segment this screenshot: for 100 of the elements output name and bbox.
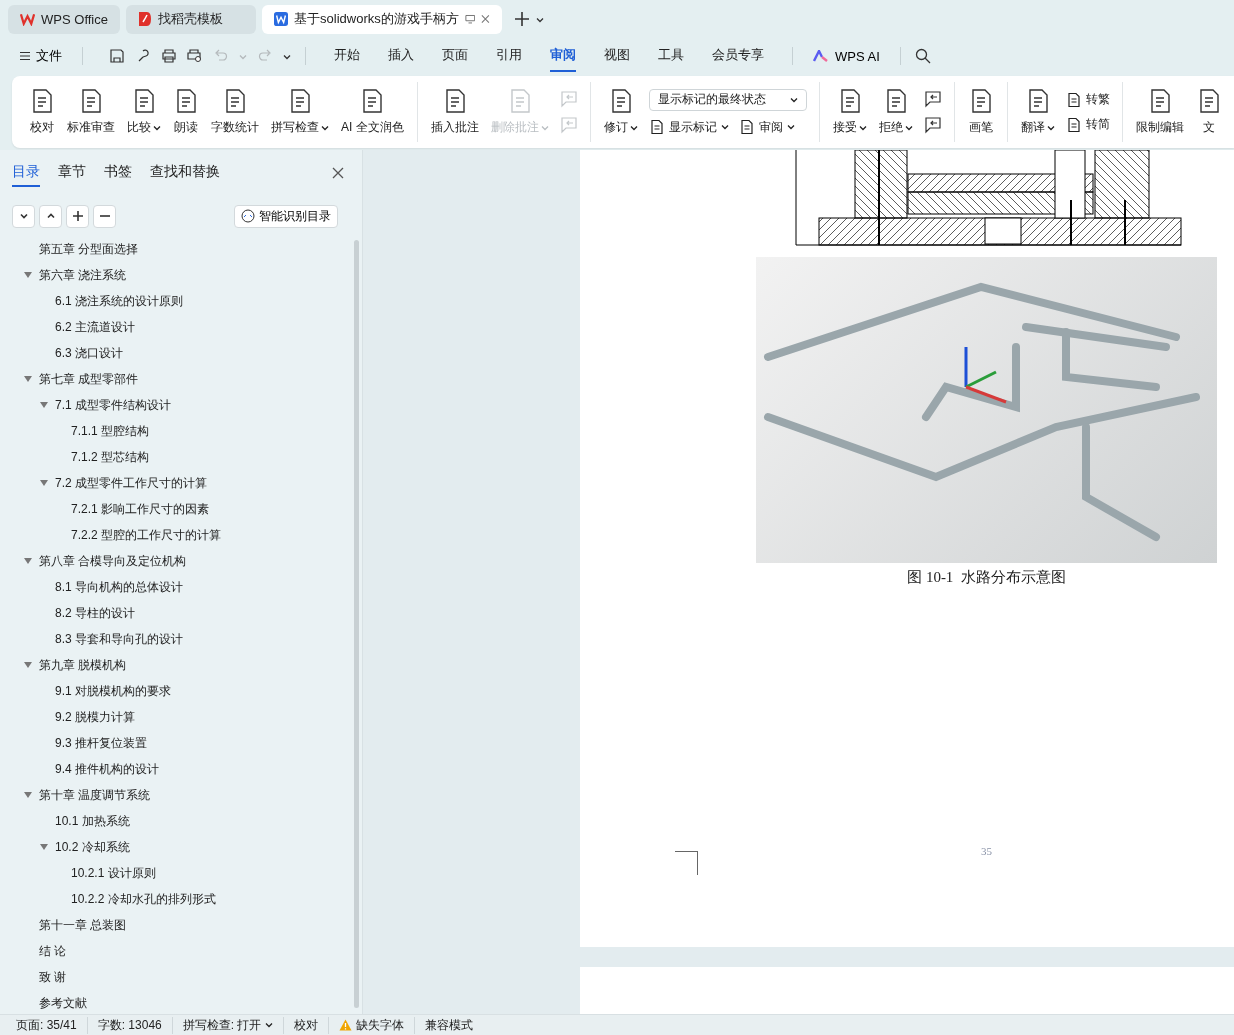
toc-item[interactable]: 6.1 浇注系统的设计原则 [55, 292, 183, 310]
ribbon-button[interactable]: 朗读 [168, 86, 204, 138]
expanded-triangle-icon[interactable] [40, 401, 48, 409]
collapse-button[interactable] [39, 204, 62, 228]
chevron-up-icon [45, 211, 56, 221]
ribbon-button[interactable]: 文 [1190, 86, 1227, 138]
toc-item[interactable]: 7.2.2 型腔的工作尺寸的计算 [71, 526, 222, 544]
toc-item[interactable]: 7.1.2 型芯结构 [71, 448, 150, 466]
ribbon-button[interactable]: 画笔 [962, 86, 999, 138]
wps-ai-button[interactable]: WPS AI [807, 47, 886, 65]
sidebar-tab[interactable]: 目录 [12, 159, 40, 187]
smart-toc-button[interactable]: 智能识别目录 [234, 204, 338, 228]
expanded-triangle-icon[interactable] [24, 557, 32, 565]
ribbon-tab[interactable]: 视图 [604, 40, 630, 72]
ribbon-tab[interactable]: 会员专享 [712, 40, 764, 72]
toc-item[interactable]: 10.2.2 冷却水孔的排列形式 [71, 890, 216, 908]
ribbon-button[interactable]: 限制编辑 [1130, 86, 1189, 138]
toc-item[interactable]: 第六章 浇注系统 [39, 266, 127, 284]
toc-item[interactable]: 9.2 脱模力计算 [55, 708, 135, 726]
document-tab[interactable]: 基于solidworks的游戏手柄方 [262, 4, 502, 34]
status-item[interactable]: 拼写检查: 打开 [172, 1016, 285, 1034]
print-icon[interactable] [161, 48, 177, 64]
status-item[interactable]: 缺失字体 [329, 1016, 416, 1034]
toc-item[interactable]: 8.2 导柱的设计 [55, 604, 135, 622]
expanded-triangle-icon[interactable] [24, 661, 32, 669]
sidebar-tab[interactable]: 章节 [58, 159, 86, 187]
ribbon-button[interactable]: 接受 [827, 86, 872, 138]
toc-item[interactable]: 7.2.1 影响工作尺寸的因素 [71, 500, 210, 518]
toc-item[interactable]: 9.1 对脱模机构的要求 [55, 682, 171, 700]
document-tab[interactable]: 找稻壳模板 [126, 4, 256, 34]
toc-item[interactable]: 第九章 脱模机构 [39, 656, 127, 674]
ribbon-button[interactable]: 审阅 [738, 118, 795, 136]
ai-logo-icon [813, 50, 829, 62]
ribbon-button[interactable]: AI 全文润色 [336, 86, 409, 138]
expanded-triangle-icon[interactable] [24, 375, 32, 383]
ribbon-button[interactable]: 修订 [598, 86, 643, 138]
ribbon-button[interactable]: 字数统计 [206, 86, 264, 138]
add-button[interactable] [66, 204, 89, 228]
close-icon[interactable] [481, 14, 490, 24]
document-icon [648, 119, 665, 135]
toc-item[interactable]: 参考文献 [39, 994, 87, 1012]
ribbon-button[interactable]: 翻译 [1015, 86, 1060, 138]
toc-item[interactable]: 7.1.1 型腔结构 [71, 422, 150, 440]
document-tab[interactable]: WPS Office [8, 4, 120, 34]
ribbon-tab[interactable]: 开始 [334, 40, 360, 72]
toc-item[interactable]: 10.2.1 设计原则 [71, 864, 156, 882]
toc-item[interactable]: 10.2 冷却系统 [55, 838, 130, 856]
toc-item[interactable]: 第八章 合模导向及定位机构 [39, 552, 187, 570]
new-tab-icon[interactable] [514, 11, 530, 27]
markup-view-dropdown[interactable]: 显示标记的最终状态 [648, 88, 807, 111]
expanded-triangle-icon[interactable] [40, 843, 48, 851]
comment-arrow-icon[interactable] [923, 90, 942, 108]
document-icon [1065, 116, 1082, 133]
scrollbar-thumb[interactable] [354, 240, 359, 1008]
expanded-triangle-icon[interactable] [40, 479, 48, 487]
ribbon-button[interactable]: 显示标记 [648, 118, 729, 136]
remove-button[interactable] [93, 204, 116, 228]
expanded-triangle-icon[interactable] [24, 791, 32, 799]
ribbon-button[interactable]: 转繁 [1065, 91, 1110, 108]
toc-item[interactable]: 7.1 成型零件结构设计 [55, 396, 171, 414]
document-icon [1065, 91, 1082, 108]
ribbon-tab[interactable]: 审阅 [550, 40, 576, 72]
print-preview-icon[interactable] [187, 48, 203, 64]
ribbon-tab[interactable]: 插入 [388, 40, 414, 72]
ribbon-button[interactable]: 标准审查 [62, 86, 120, 138]
expand-button[interactable] [12, 204, 35, 228]
status-item: 兼容模式 [424, 1016, 475, 1034]
toc-item[interactable]: 第五章 分型面选择 [39, 240, 139, 258]
toc-item[interactable]: 结 论 [39, 942, 67, 960]
ribbon-tab[interactable]: 页面 [442, 40, 468, 72]
ribbon-tab[interactable]: 引用 [496, 40, 522, 72]
toc-item[interactable]: 7.2 成型零件工作尺寸的计算 [55, 474, 207, 492]
ribbon-button[interactable]: 校对 [24, 86, 60, 138]
toc-item[interactable]: 第七章 成型零部件 [39, 370, 139, 388]
ribbon-button[interactable]: 插入批注 [425, 86, 484, 138]
ribbon-button[interactable]: 拒绝 [873, 86, 918, 138]
comment-arrow-icon[interactable] [923, 116, 942, 134]
toc-item[interactable]: 第十章 温度调节系统 [39, 786, 151, 804]
toc-item[interactable]: 致 谢 [39, 968, 67, 986]
search-icon[interactable] [914, 48, 931, 64]
ribbon-tab[interactable]: 工具 [658, 40, 684, 72]
toc-item[interactable]: 9.4 推件机构的设计 [55, 760, 159, 778]
toc-item[interactable]: 9.3 推杆复位装置 [55, 734, 147, 752]
toc-item[interactable]: 6.3 浇口设计 [55, 344, 123, 362]
expanded-triangle-icon[interactable] [24, 271, 32, 279]
toc-item[interactable]: 6.2 主流道设计 [55, 318, 135, 336]
ribbon-button[interactable]: 拼写检查 [266, 86, 334, 138]
toc-item[interactable]: 8.3 导套和导向孔的设计 [55, 630, 183, 648]
sidebar-tab[interactable]: 书签 [104, 159, 132, 187]
sidebar-tab[interactable]: 查找和替换 [150, 159, 220, 187]
toc-item[interactable]: 10.1 加热系统 [55, 812, 130, 830]
writer-logo-icon [274, 11, 289, 27]
ribbon-button[interactable]: 转简 [1065, 116, 1110, 133]
toc-item[interactable]: 8.1 导向机构的总体设计 [55, 578, 183, 596]
file-menu[interactable]: 文件 [14, 47, 68, 65]
caret-icon [239, 52, 247, 61]
save-icon[interactable] [109, 48, 125, 64]
close-icon[interactable] [332, 167, 344, 179]
toc-item[interactable]: 第十一章 总装图 [39, 916, 127, 934]
ribbon-button[interactable]: 比较 [122, 86, 166, 138]
